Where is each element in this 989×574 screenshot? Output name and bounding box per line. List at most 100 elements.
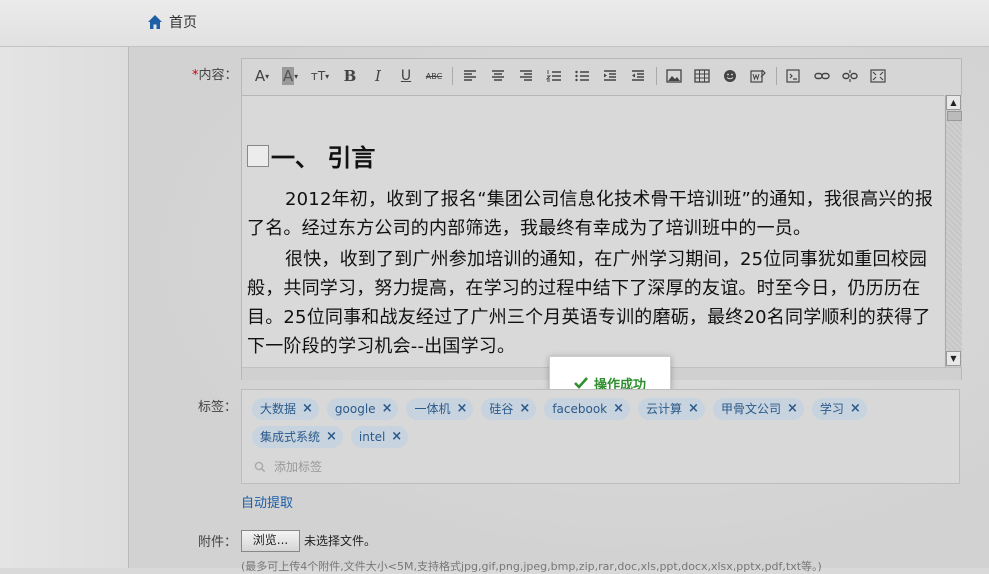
document-paragraph-1: 2012年初，收到了报名“集团公司信息化技术骨干培训班”的通知，我很高兴的报了名… xyxy=(247,189,934,239)
tag-text: 硅谷 xyxy=(489,402,514,416)
rich-text-editor: A ▾ A ▾ тT ▾ B I U ABC 一、 引言 2012年初，收到了报名“集… xyxy=(241,58,962,380)
toolbar-separator xyxy=(776,67,777,85)
home-icon xyxy=(148,15,162,29)
align-right-button[interactable] xyxy=(514,65,538,87)
tag-remove-button[interactable]: × xyxy=(382,398,393,420)
font-size-button[interactable]: тT ▾ xyxy=(306,65,334,87)
tag-text: 大数据 xyxy=(260,402,297,416)
search-icon xyxy=(254,461,266,472)
browse-button[interactable]: 浏览... xyxy=(241,530,300,552)
tag-remove-button[interactable]: × xyxy=(519,398,530,420)
tag-item: intel × xyxy=(350,426,409,448)
ordered-list-icon xyxy=(546,70,561,82)
ordered-list-button[interactable] xyxy=(542,65,566,87)
align-right-icon xyxy=(520,70,532,81)
link-icon xyxy=(814,72,830,80)
tag-text: 学习 xyxy=(819,402,844,416)
attachment-hint: (最多可上传4个附件,文件大小<5M,支持格式jpg,gif,png,jpeg,… xyxy=(241,560,822,573)
left-panel xyxy=(0,47,129,568)
tag-item: 云计算 × xyxy=(638,398,705,420)
image-placeholder-icon xyxy=(247,144,269,167)
tag-remove-button[interactable]: × xyxy=(688,398,699,420)
scroll-down-button[interactable]: ▼ xyxy=(946,351,961,366)
scroll-up-button[interactable]: ▲ xyxy=(946,95,961,110)
insert-image-button[interactable] xyxy=(662,65,686,87)
tags-input[interactable]: 大数据 × google × 一体机 × 硅谷 × facebook × 云计算 × 甲骨文… xyxy=(241,389,960,484)
content-label: *内容： xyxy=(192,64,238,83)
add-tag-field[interactable]: 添加标签 xyxy=(254,458,322,475)
check-icon xyxy=(574,377,588,389)
indent-icon xyxy=(604,70,616,81)
table-icon xyxy=(694,69,710,83)
tag-list: 大数据 × google × 一体机 × 硅谷 × facebook × 云计算 × 甲骨文… xyxy=(252,398,952,448)
tag-text: google xyxy=(334,402,376,416)
tag-remove-button[interactable]: × xyxy=(391,426,402,448)
home-link[interactable]: 首页 xyxy=(147,12,197,32)
tag-text: 一体机 xyxy=(414,402,451,416)
code-icon xyxy=(786,69,800,83)
indent-button[interactable] xyxy=(598,65,622,87)
insert-code-button[interactable] xyxy=(782,65,806,87)
toolbar-separator xyxy=(656,67,657,85)
tag-item: 一体机 × xyxy=(406,398,474,420)
strikethrough-button[interactable]: ABC xyxy=(422,65,446,87)
tag-item: facebook × xyxy=(544,398,631,420)
tag-text: 甲骨文公司 xyxy=(720,402,781,416)
align-center-button[interactable] xyxy=(486,65,510,87)
top-bar: 首页 xyxy=(0,0,989,47)
outdent-icon xyxy=(632,70,644,81)
italic-button[interactable]: I xyxy=(366,65,390,87)
editor-document[interactable]: 一、 引言 2012年初，收到了报名“集团公司信息化技术骨干培训班”的通知，我很… xyxy=(242,95,944,368)
smiley-icon xyxy=(724,70,736,82)
align-center-icon xyxy=(492,70,504,81)
no-file-text: 未选择文件。 xyxy=(304,534,377,548)
tag-remove-button[interactable]: × xyxy=(302,398,313,420)
font-family-button[interactable]: A ▾ xyxy=(250,65,274,87)
tag-item: google × xyxy=(326,398,399,420)
emoticon-button[interactable] xyxy=(718,65,742,87)
document-heading-text: 一、 引言 xyxy=(271,144,376,172)
fullscreen-button[interactable] xyxy=(866,65,890,87)
font-color-button[interactable]: A ▾ xyxy=(278,65,302,87)
outdent-button[interactable] xyxy=(626,65,650,87)
tag-text: intel xyxy=(358,430,386,444)
unlink-icon xyxy=(842,70,858,82)
tag-item: 硅谷 × xyxy=(481,398,537,420)
tags-label: 标签： xyxy=(198,400,238,415)
word-paste-icon xyxy=(750,69,766,83)
tag-remove-button[interactable]: × xyxy=(787,398,798,420)
tag-remove-button[interactable]: × xyxy=(326,426,337,448)
underline-button[interactable]: U xyxy=(394,65,418,87)
tag-item: 集成式系统 × xyxy=(252,426,343,448)
bold-button[interactable]: B xyxy=(338,65,362,87)
align-left-button[interactable] xyxy=(458,65,482,87)
scroll-thumb[interactable] xyxy=(947,111,962,121)
insert-table-button[interactable] xyxy=(690,65,714,87)
image-icon xyxy=(666,69,682,83)
align-left-icon xyxy=(464,70,476,81)
attachment-label: 附件： xyxy=(198,535,238,550)
tag-text: 集成式系统 xyxy=(260,430,321,444)
tag-remove-button[interactable]: × xyxy=(456,398,467,420)
unlink-button[interactable] xyxy=(838,65,862,87)
tag-text: 云计算 xyxy=(646,402,683,416)
tag-item: 学习 × xyxy=(811,398,867,420)
editor-toolbar: A ▾ A ▾ тT ▾ B I U ABC xyxy=(242,59,961,93)
insert-link-button[interactable] xyxy=(810,65,834,87)
unordered-list-button[interactable] xyxy=(570,65,594,87)
toolbar-separator xyxy=(452,67,453,85)
document-paragraph-2: 很快，收到了到广州参加培训的通知，在广州学习期间，25位同事犹如重回校园般，共同… xyxy=(247,249,931,357)
content-label-text: 内容： xyxy=(198,68,238,83)
add-tag-placeholder: 添加标签 xyxy=(274,460,323,474)
tag-item: 甲骨文公司 × xyxy=(712,398,804,420)
editor-scrollbar[interactable]: ▲ ▼ xyxy=(945,95,962,367)
home-label: 首页 xyxy=(169,15,197,31)
tag-item: 大数据 × xyxy=(252,398,319,420)
tag-text: facebook xyxy=(552,402,608,416)
unordered-list-icon xyxy=(575,70,589,82)
tag-remove-button[interactable]: × xyxy=(613,398,624,420)
document-heading: 一、 引言 xyxy=(247,138,375,173)
tag-remove-button[interactable]: × xyxy=(850,398,861,420)
format-painter-button[interactable] xyxy=(746,65,770,87)
auto-extract-link[interactable]: 自动提取 xyxy=(241,492,293,511)
